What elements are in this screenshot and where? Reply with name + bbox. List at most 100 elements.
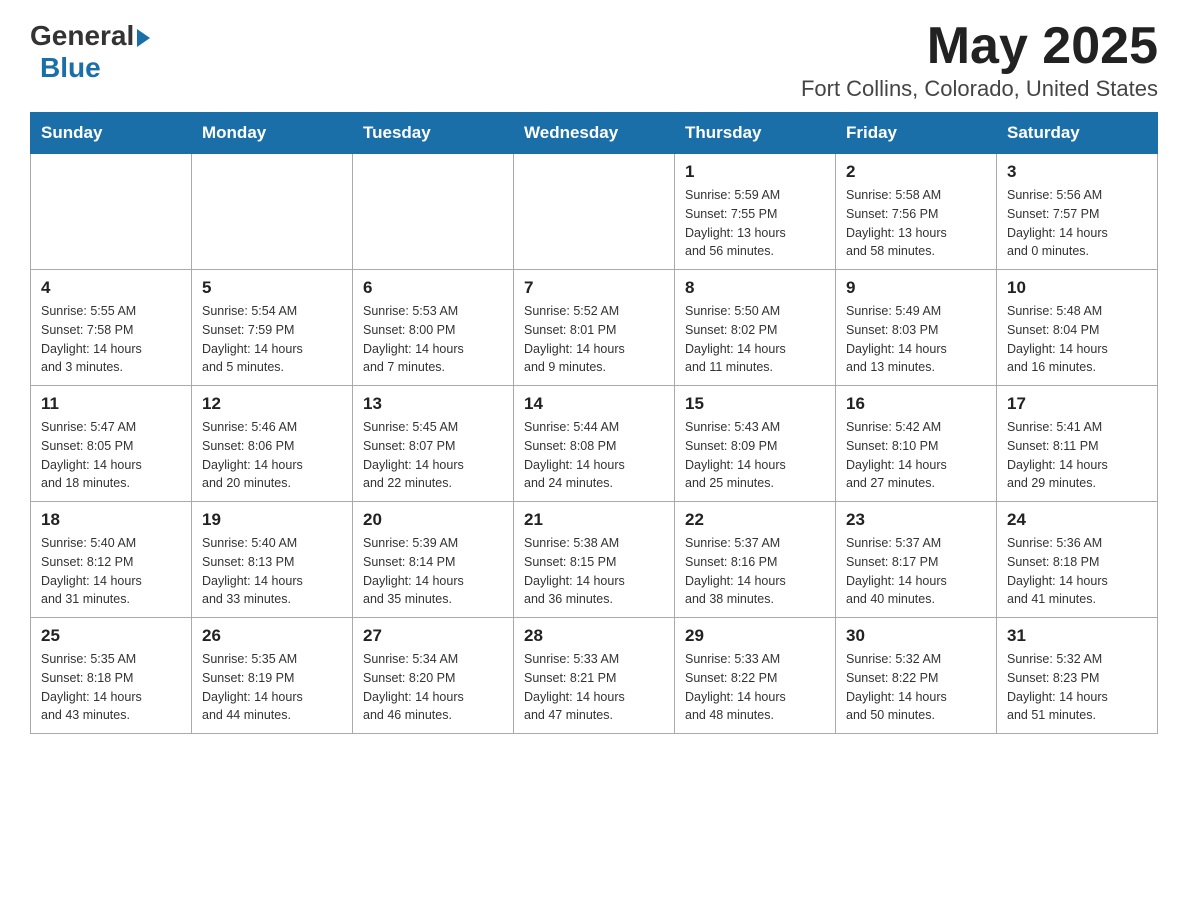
calendar-cell: 8 Sunrise: 5:50 AM Sunset: 8:02 PM Daylig… <box>675 270 836 386</box>
day-number: 21 <box>524 510 664 530</box>
day-number: 7 <box>524 278 664 298</box>
day-number: 27 <box>363 626 503 646</box>
day-number: 12 <box>202 394 342 414</box>
calendar-cell: 1 Sunrise: 5:59 AM Sunset: 7:55 PM Daylig… <box>675 154 836 270</box>
calendar-cell <box>31 154 192 270</box>
day-number: 16 <box>846 394 986 414</box>
calendar-header-saturday: Saturday <box>997 113 1158 154</box>
day-info: Sunrise: 5:37 AM Sunset: 8:16 PM Dayligh… <box>685 534 825 609</box>
day-number: 31 <box>1007 626 1147 646</box>
calendar-cell: 7 Sunrise: 5:52 AM Sunset: 8:01 PM Daylig… <box>514 270 675 386</box>
day-number: 6 <box>363 278 503 298</box>
calendar-cell: 14 Sunrise: 5:44 AM Sunset: 8:08 PM Dayli… <box>514 386 675 502</box>
calendar-cell: 24 Sunrise: 5:36 AM Sunset: 8:18 PM Dayli… <box>997 502 1158 618</box>
calendar-header-monday: Monday <box>192 113 353 154</box>
logo-triangle-icon <box>137 29 150 47</box>
calendar-cell: 26Sunrise: 5:35 AM Sunset: 8:19 PM Dayli… <box>192 618 353 734</box>
calendar-cell: 17 Sunrise: 5:41 AM Sunset: 8:11 PM Dayli… <box>997 386 1158 502</box>
calendar-cell: 21 Sunrise: 5:38 AM Sunset: 8:15 PM Dayli… <box>514 502 675 618</box>
calendar-cell: 18Sunrise: 5:40 AM Sunset: 8:12 PM Dayli… <box>31 502 192 618</box>
calendar-cell: 10 Sunrise: 5:48 AM Sunset: 8:04 PM Dayli… <box>997 270 1158 386</box>
day-info: Sunrise: 5:54 AM Sunset: 7:59 PM Dayligh… <box>202 302 342 377</box>
calendar-cell: 25Sunrise: 5:35 AM Sunset: 8:18 PM Dayli… <box>31 618 192 734</box>
calendar-cell: 31 Sunrise: 5:32 AM Sunset: 8:23 PM Dayli… <box>997 618 1158 734</box>
day-info: Sunrise: 5:40 AM Sunset: 8:12 PM Dayligh… <box>41 534 181 609</box>
day-info: Sunrise: 5:48 AM Sunset: 8:04 PM Dayligh… <box>1007 302 1147 377</box>
location-title: Fort Collins, Colorado, United States <box>801 76 1158 102</box>
day-number: 2 <box>846 162 986 182</box>
calendar-header-row: SundayMondayTuesdayWednesdayThursdayFrid… <box>31 113 1158 154</box>
day-number: 28 <box>524 626 664 646</box>
calendar-cell: 3Sunrise: 5:56 AM Sunset: 7:57 PM Daylig… <box>997 154 1158 270</box>
calendar-cell: 9Sunrise: 5:49 AM Sunset: 8:03 PM Daylig… <box>836 270 997 386</box>
day-info: Sunrise: 5:50 AM Sunset: 8:02 PM Dayligh… <box>685 302 825 377</box>
calendar-header-wednesday: Wednesday <box>514 113 675 154</box>
day-info: Sunrise: 5:41 AM Sunset: 8:11 PM Dayligh… <box>1007 418 1147 493</box>
day-info: Sunrise: 5:32 AM Sunset: 8:23 PM Dayligh… <box>1007 650 1147 725</box>
calendar-header-sunday: Sunday <box>31 113 192 154</box>
calendar-table: SundayMondayTuesdayWednesdayThursdayFrid… <box>30 112 1158 734</box>
day-info: Sunrise: 5:46 AM Sunset: 8:06 PM Dayligh… <box>202 418 342 493</box>
calendar-header-friday: Friday <box>836 113 997 154</box>
calendar-cell <box>514 154 675 270</box>
day-number: 1 <box>685 162 825 182</box>
day-info: Sunrise: 5:44 AM Sunset: 8:08 PM Dayligh… <box>524 418 664 493</box>
title-section: May 2025 Fort Collins, Colorado, United … <box>801 20 1158 102</box>
day-number: 19 <box>202 510 342 530</box>
day-info: Sunrise: 5:35 AM Sunset: 8:19 PM Dayligh… <box>202 650 342 725</box>
calendar-cell: 22Sunrise: 5:37 AM Sunset: 8:16 PM Dayli… <box>675 502 836 618</box>
day-info: Sunrise: 5:32 AM Sunset: 8:22 PM Dayligh… <box>846 650 986 725</box>
calendar-week-row: 11Sunrise: 5:47 AM Sunset: 8:05 PM Dayli… <box>31 386 1158 502</box>
day-info: Sunrise: 5:49 AM Sunset: 8:03 PM Dayligh… <box>846 302 986 377</box>
day-info: Sunrise: 5:45 AM Sunset: 8:07 PM Dayligh… <box>363 418 503 493</box>
calendar-cell: 29Sunrise: 5:33 AM Sunset: 8:22 PM Dayli… <box>675 618 836 734</box>
day-number: 5 <box>202 278 342 298</box>
logo: General Blue <box>30 20 150 84</box>
calendar-cell: 19 Sunrise: 5:40 AM Sunset: 8:13 PM Dayli… <box>192 502 353 618</box>
day-number: 8 <box>685 278 825 298</box>
calendar-cell: 13 Sunrise: 5:45 AM Sunset: 8:07 PM Dayli… <box>353 386 514 502</box>
calendar-cell: 5 Sunrise: 5:54 AM Sunset: 7:59 PM Daylig… <box>192 270 353 386</box>
calendar-header-tuesday: Tuesday <box>353 113 514 154</box>
calendar-cell: 12 Sunrise: 5:46 AM Sunset: 8:06 PM Dayli… <box>192 386 353 502</box>
day-info: Sunrise: 5:33 AM Sunset: 8:21 PM Dayligh… <box>524 650 664 725</box>
day-info: Sunrise: 5:52 AM Sunset: 8:01 PM Dayligh… <box>524 302 664 377</box>
day-number: 17 <box>1007 394 1147 414</box>
calendar-cell: 20 Sunrise: 5:39 AM Sunset: 8:14 PM Dayli… <box>353 502 514 618</box>
day-info: Sunrise: 5:36 AM Sunset: 8:18 PM Dayligh… <box>1007 534 1147 609</box>
day-number: 29 <box>685 626 825 646</box>
calendar-week-row: 25Sunrise: 5:35 AM Sunset: 8:18 PM Dayli… <box>31 618 1158 734</box>
calendar-cell: 23Sunrise: 5:37 AM Sunset: 8:17 PM Dayli… <box>836 502 997 618</box>
logo-blue-text: Blue <box>40 52 101 84</box>
day-info: Sunrise: 5:59 AM Sunset: 7:55 PM Dayligh… <box>685 186 825 261</box>
day-info: Sunrise: 5:47 AM Sunset: 8:05 PM Dayligh… <box>41 418 181 493</box>
logo-general-text: General <box>30 20 134 52</box>
calendar-week-row: 1 Sunrise: 5:59 AM Sunset: 7:55 PM Daylig… <box>31 154 1158 270</box>
day-info: Sunrise: 5:40 AM Sunset: 8:13 PM Dayligh… <box>202 534 342 609</box>
day-info: Sunrise: 5:38 AM Sunset: 8:15 PM Dayligh… <box>524 534 664 609</box>
calendar-cell: 30 Sunrise: 5:32 AM Sunset: 8:22 PM Dayli… <box>836 618 997 734</box>
day-number: 14 <box>524 394 664 414</box>
day-info: Sunrise: 5:39 AM Sunset: 8:14 PM Dayligh… <box>363 534 503 609</box>
calendar-cell: 2 Sunrise: 5:58 AM Sunset: 7:56 PM Daylig… <box>836 154 997 270</box>
day-info: Sunrise: 5:34 AM Sunset: 8:20 PM Dayligh… <box>363 650 503 725</box>
calendar-cell: 28 Sunrise: 5:33 AM Sunset: 8:21 PM Dayli… <box>514 618 675 734</box>
day-number: 10 <box>1007 278 1147 298</box>
calendar-cell: 11Sunrise: 5:47 AM Sunset: 8:05 PM Dayli… <box>31 386 192 502</box>
day-number: 20 <box>363 510 503 530</box>
day-info: Sunrise: 5:56 AM Sunset: 7:57 PM Dayligh… <box>1007 186 1147 261</box>
day-number: 15 <box>685 394 825 414</box>
day-number: 24 <box>1007 510 1147 530</box>
calendar-week-row: 4 Sunrise: 5:55 AM Sunset: 7:58 PM Daylig… <box>31 270 1158 386</box>
calendar-cell: 4 Sunrise: 5:55 AM Sunset: 7:58 PM Daylig… <box>31 270 192 386</box>
calendar-cell: 27 Sunrise: 5:34 AM Sunset: 8:20 PM Dayli… <box>353 618 514 734</box>
day-number: 13 <box>363 394 503 414</box>
day-info: Sunrise: 5:55 AM Sunset: 7:58 PM Dayligh… <box>41 302 181 377</box>
day-number: 25 <box>41 626 181 646</box>
day-number: 4 <box>41 278 181 298</box>
calendar-cell: 6Sunrise: 5:53 AM Sunset: 8:00 PM Daylig… <box>353 270 514 386</box>
day-number: 30 <box>846 626 986 646</box>
calendar-cell <box>353 154 514 270</box>
calendar-week-row: 18Sunrise: 5:40 AM Sunset: 8:12 PM Dayli… <box>31 502 1158 618</box>
day-info: Sunrise: 5:58 AM Sunset: 7:56 PM Dayligh… <box>846 186 986 261</box>
